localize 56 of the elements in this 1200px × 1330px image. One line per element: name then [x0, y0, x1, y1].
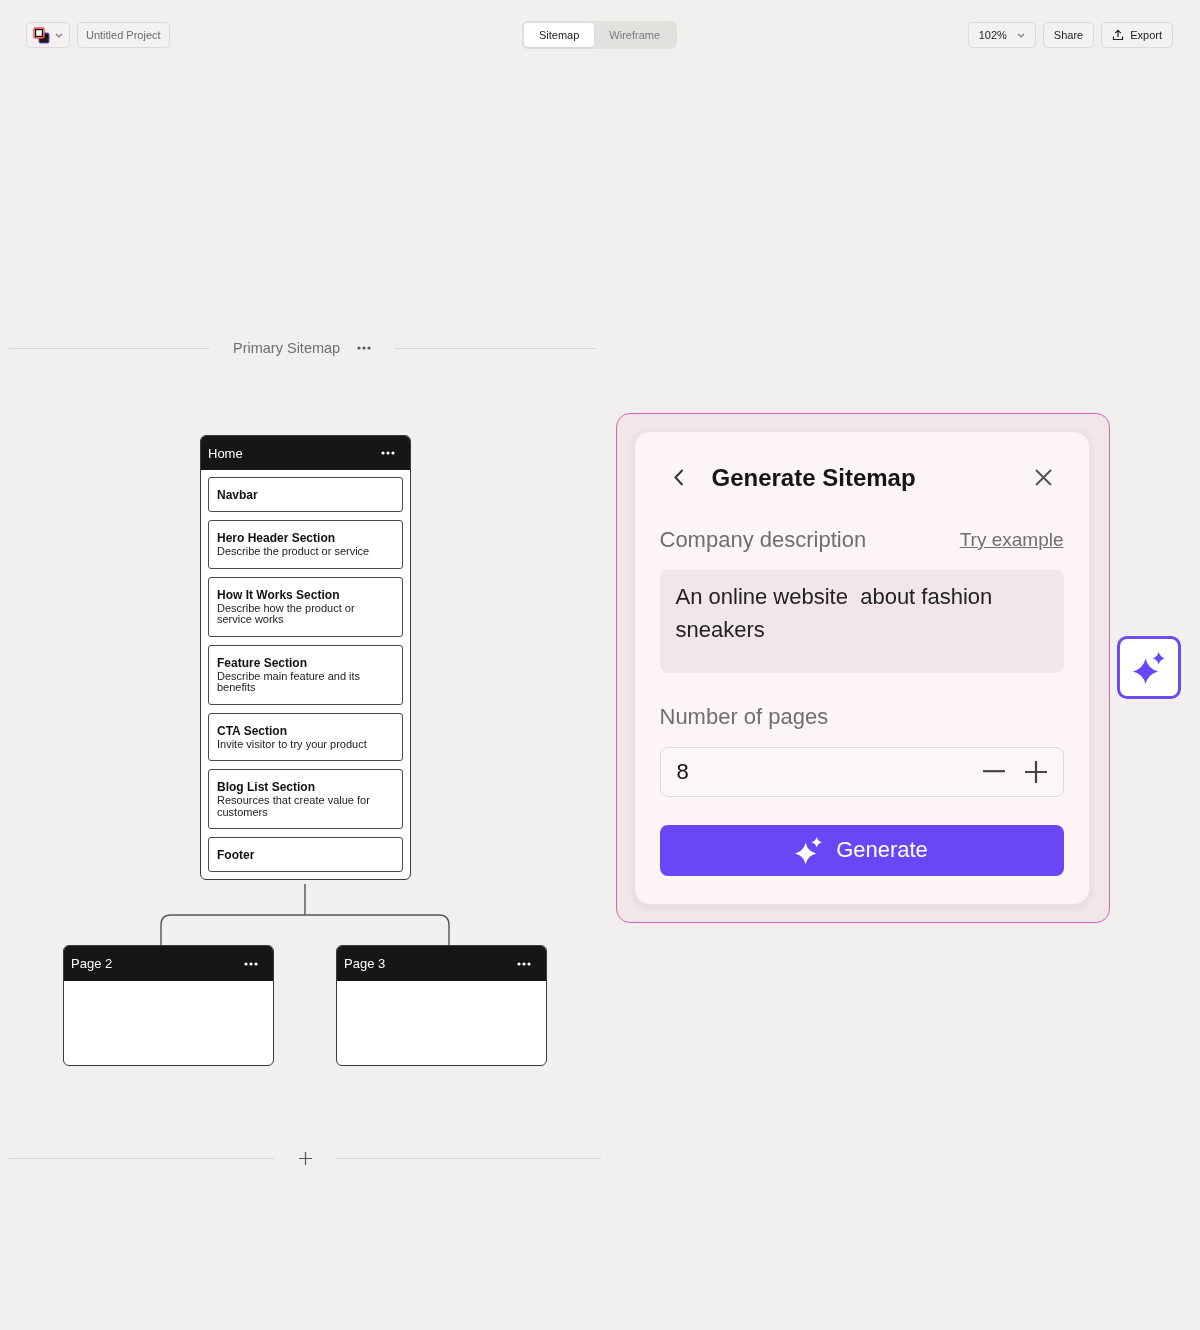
export-button[interactable]: Export — [1101, 22, 1173, 48]
page-title: Page 2 — [71, 956, 113, 971]
back-icon[interactable] — [673, 469, 684, 486]
page-title: Page 3 — [344, 956, 386, 971]
project-name-button[interactable]: Untitled Project — [77, 22, 170, 48]
field-label: Number of pages — [659, 703, 829, 730]
section-description: Describe main feature and its benefits — [217, 670, 362, 694]
section-title: CTA Section — [217, 722, 288, 739]
field-label: Company description — [659, 526, 867, 553]
section-title: Navbar — [217, 487, 259, 503]
section-title: How It Works Section — [217, 586, 341, 603]
more-icon[interactable] — [517, 961, 531, 966]
more-icon[interactable] — [381, 451, 395, 455]
section-block[interactable]: How It Works Section Describe how the product or service works — [208, 576, 403, 637]
section-description: Describe how the product or service works — [217, 602, 356, 626]
section-description: Describe the product or service — [217, 546, 371, 558]
logo-icon — [33, 26, 50, 44]
upload-icon — [1112, 29, 1125, 41]
sitemap-title: Primary Sitemap — [233, 340, 341, 356]
plus-icon — [1024, 760, 1047, 783]
page-title: Home — [208, 445, 243, 461]
dialog-title: Generate Sitemap — [711, 463, 916, 492]
section-title: Hero Header Section — [217, 530, 337, 546]
ai-assistant-button[interactable] — [1117, 636, 1181, 699]
zoom-dropdown[interactable]: 102% — [967, 22, 1036, 48]
logo-menu-button[interactable] — [26, 22, 70, 48]
section-title: Footer — [217, 847, 256, 863]
minus-icon — [982, 770, 1005, 773]
section-title: Feature Section — [217, 654, 309, 671]
section-description: Invite visitor to try your product — [217, 738, 368, 750]
page-card[interactable]: Page 3 — [336, 945, 547, 1066]
add-icon[interactable] — [298, 1152, 312, 1165]
section-title: Blog List Section — [217, 779, 316, 795]
share-button[interactable]: Share — [1042, 22, 1095, 48]
section-description: Resources that create value for customers — [217, 795, 371, 818]
page-count-field[interactable]: 8 — [659, 746, 1064, 797]
sparkle-icon — [1133, 651, 1165, 684]
try-example-link[interactable]: Try example — [959, 528, 1064, 551]
sparkle-icon — [795, 836, 823, 864]
section-block[interactable]: Hero Header Section Describe the product or service — [208, 520, 403, 569]
section-block[interactable]: CTA Section Invite visitor to try your product — [208, 712, 403, 761]
more-icon[interactable] — [244, 961, 258, 966]
chevron-down-icon — [1016, 32, 1025, 38]
section-block[interactable]: Navbar — [208, 477, 403, 512]
view-tab[interactable]: Sitemap — [523, 23, 595, 47]
section-block[interactable]: Feature Section Describe main feature and its benefits — [208, 644, 403, 705]
description-field[interactable]: An online website about fashion sneakers — [659, 569, 1064, 673]
generate-button[interactable]: Generate — [659, 824, 1064, 876]
section-block[interactable]: Footer — [208, 837, 403, 872]
page-card[interactable]: Page 2 — [63, 945, 274, 1066]
chevron-down-icon — [55, 32, 63, 38]
close-icon[interactable] — [1034, 469, 1052, 486]
page-card[interactable] — [200, 435, 411, 880]
more-icon[interactable] — [357, 346, 372, 350]
section-block[interactable]: Blog List Section Resources that create value for customers — [208, 769, 403, 829]
increase-button[interactable] — [1024, 760, 1047, 783]
